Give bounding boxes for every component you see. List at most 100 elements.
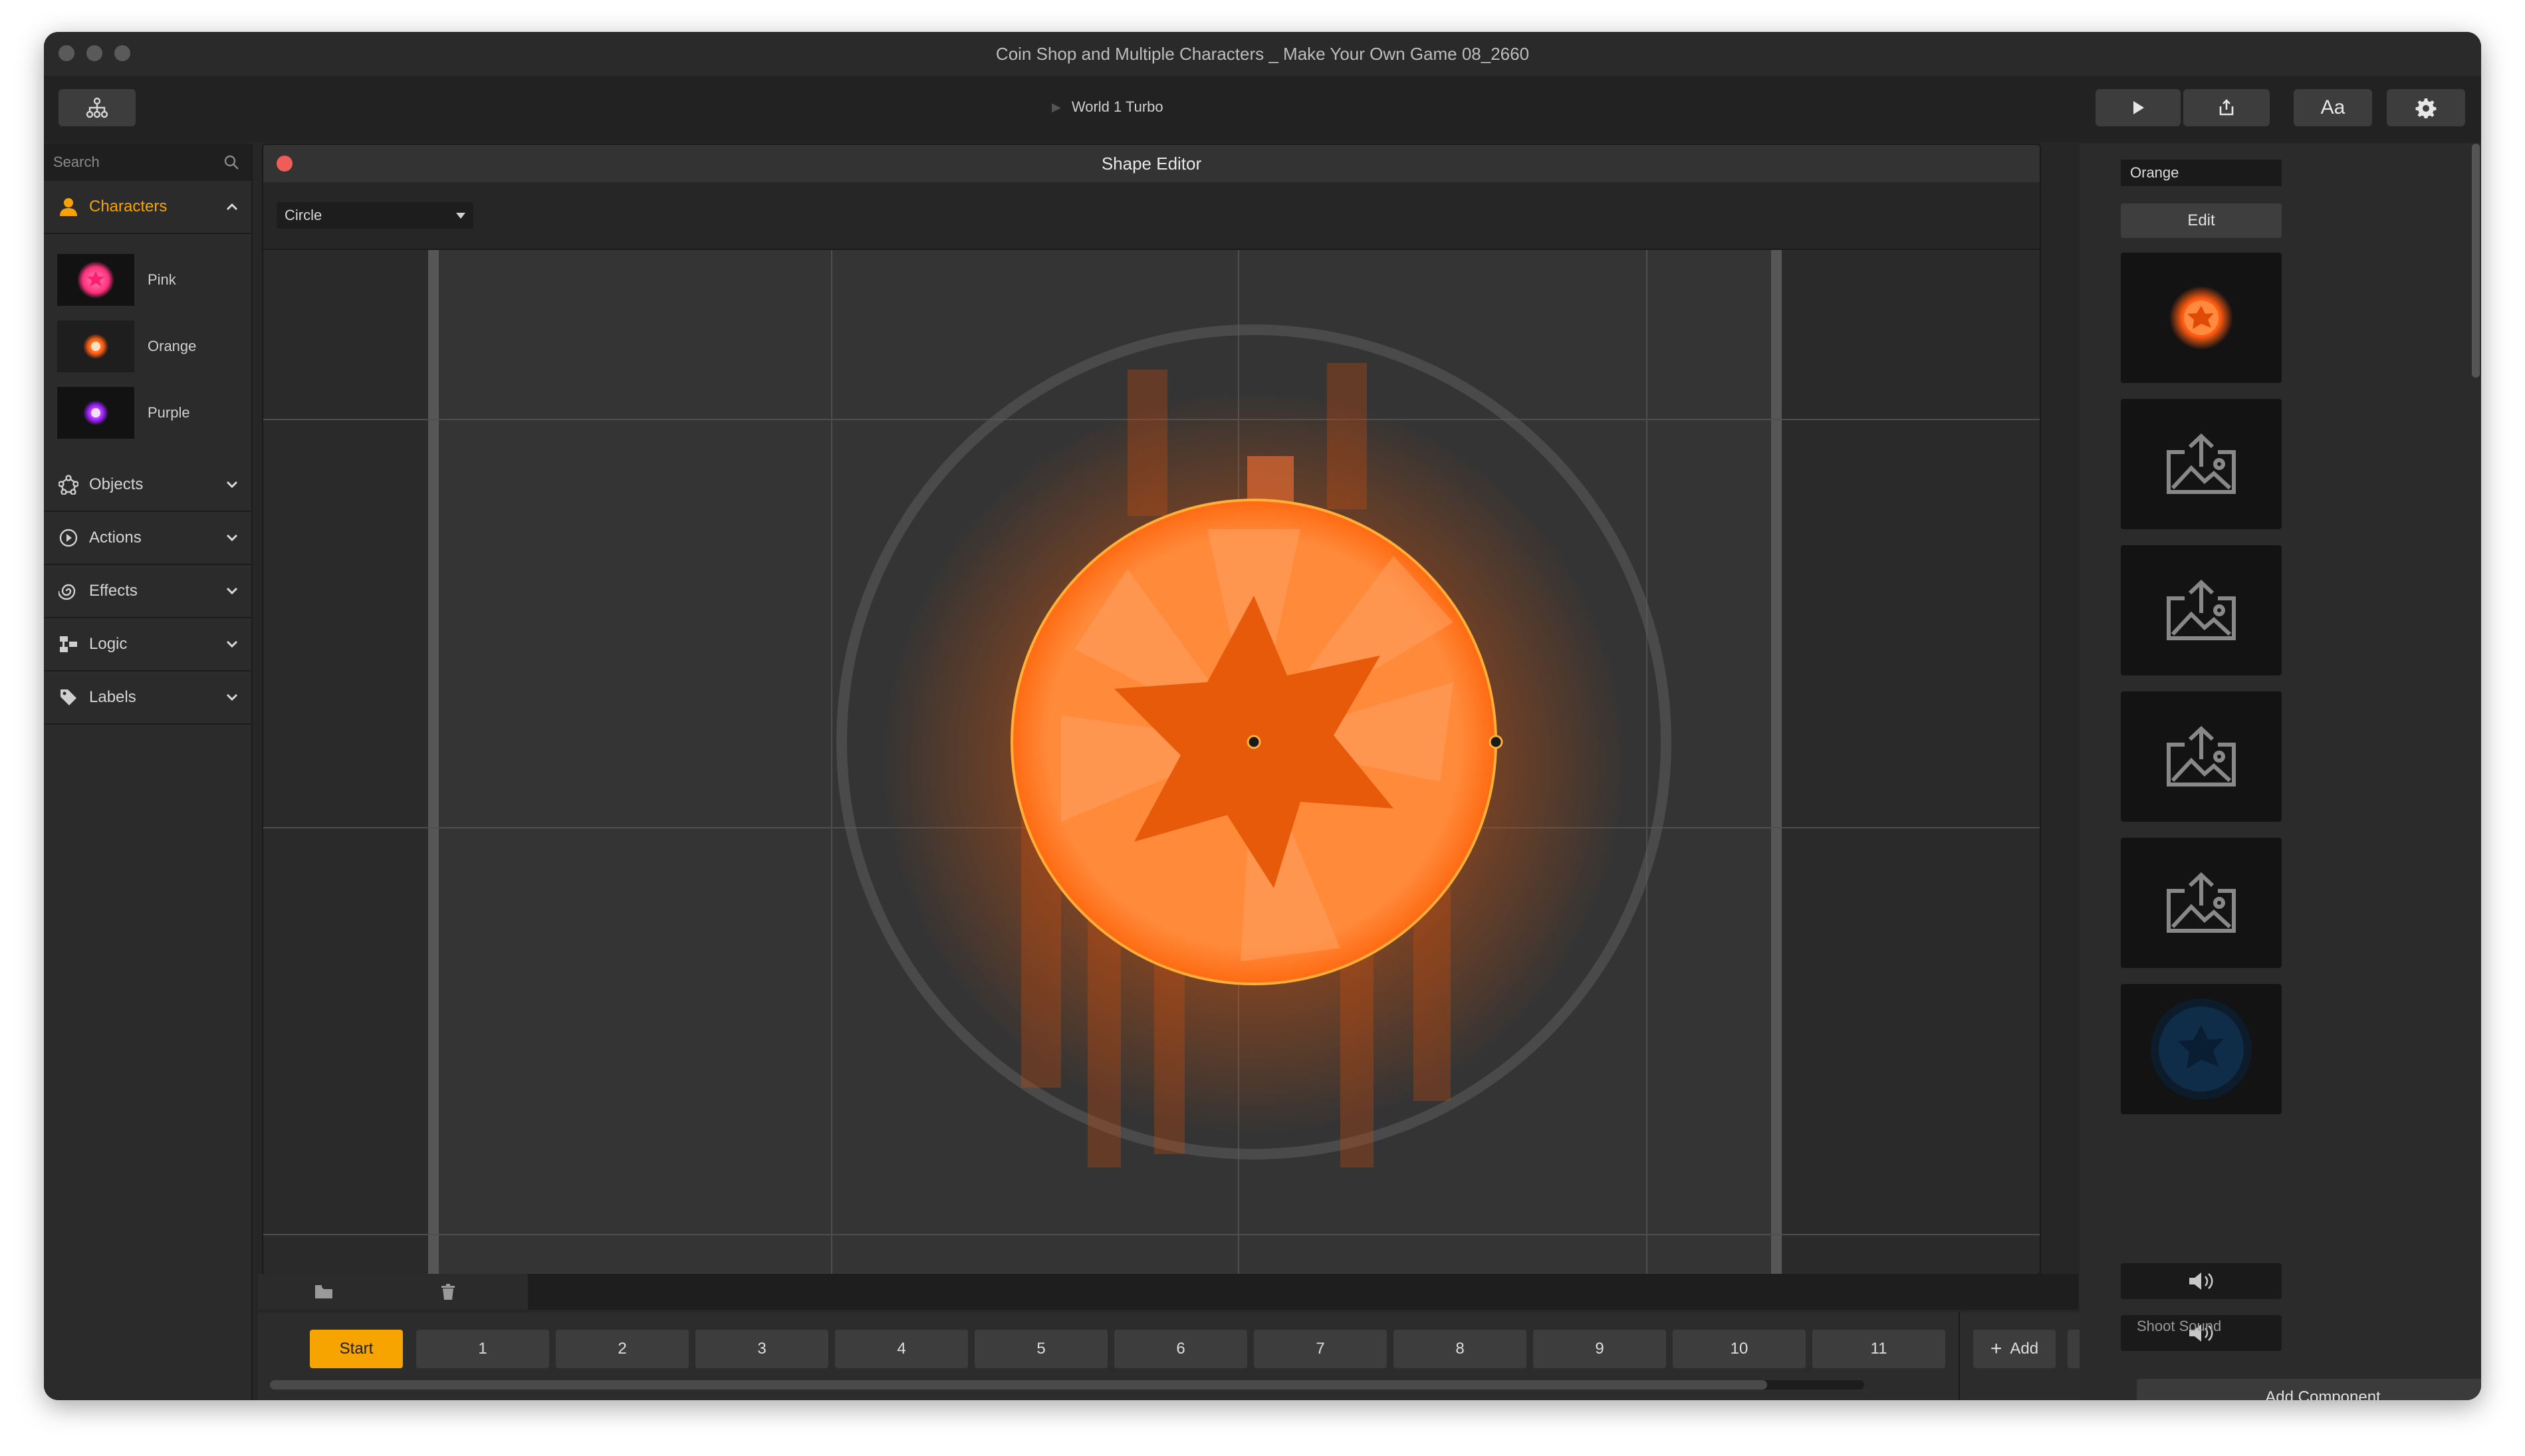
hierarchy-icon	[86, 97, 108, 118]
image-upload-icon	[2167, 872, 2236, 933]
chevron-down-icon	[226, 481, 238, 489]
image-upload-slot[interactable]	[2121, 545, 2282, 675]
folder-icon[interactable]	[314, 1283, 334, 1300]
orange-character-icon	[2169, 286, 2233, 350]
section-characters[interactable]: Characters	[44, 181, 251, 234]
shape-editor-canvas[interactable]	[263, 250, 2040, 1274]
section-effects[interactable]: Effects	[44, 565, 251, 618]
shoot-sound-label: Shoot Sound	[2137, 1318, 2222, 1334]
scene-button[interactable]: 3	[695, 1330, 828, 1368]
sprite-preview[interactable]	[2121, 253, 2282, 383]
scene-scrollbar-thumb[interactable]	[270, 1380, 1767, 1390]
settings-button[interactable]	[2387, 89, 2465, 126]
inspector-scrollbar[interactable]	[2472, 144, 2480, 378]
chevron-down-icon	[226, 640, 238, 648]
inspector-panel: Orange Edit Shoot Sound Add Component	[2080, 144, 2481, 1400]
breadcrumb-scene: World 1 Turbo	[1071, 98, 1163, 115]
scene-button[interactable]: 7	[1254, 1330, 1387, 1368]
add-component-button[interactable]: Add Component	[2137, 1379, 2481, 1400]
shape-editor-title-bar: Shape Editor	[263, 145, 2040, 182]
image-upload-icon	[2167, 433, 2236, 494]
shape-type-select[interactable]: Circle	[277, 202, 473, 229]
blue-projectile-icon	[2151, 999, 2252, 1100]
scene-strip: Start 1 2 3 4 5 6 7 8 9 10 11 + Add	[258, 1312, 2130, 1400]
shape-editor-title: Shape Editor	[1101, 153, 1202, 174]
character-thumb-pink	[57, 254, 134, 306]
section-characters-label: Characters	[89, 197, 168, 215]
image-upload-slot[interactable]	[2121, 399, 2282, 529]
close-window-button[interactable]	[59, 45, 74, 61]
zoom-window-button[interactable]	[114, 45, 130, 61]
minimize-window-button[interactable]	[86, 45, 102, 61]
font-button[interactable]: Aa	[2294, 89, 2372, 126]
hierarchy-button[interactable]	[59, 89, 136, 126]
character-item-pink[interactable]: Pink	[57, 251, 243, 308]
radius-handle[interactable]	[1489, 735, 1503, 749]
scene-button[interactable]: 11	[1812, 1330, 1945, 1368]
section-objects-label: Objects	[89, 475, 144, 493]
section-labels-label: Labels	[89, 688, 136, 706]
chevron-up-icon	[226, 203, 238, 211]
character-item-purple[interactable]: Purple	[57, 384, 243, 441]
labels-icon	[57, 686, 80, 709]
trash-icon[interactable]	[440, 1283, 456, 1300]
plus-icon: +	[1990, 1338, 2002, 1360]
window-controls	[59, 45, 130, 61]
center-handle[interactable]	[1247, 735, 1261, 749]
add-scene-button[interactable]: + Add	[1973, 1330, 2056, 1368]
app-window: Coin Shop and Multiple Characters _ Make…	[44, 32, 2481, 1400]
sound-slot[interactable]	[2121, 1263, 2282, 1299]
image-upload-slot[interactable]	[2121, 838, 2282, 968]
scene-button[interactable]: 8	[1393, 1330, 1526, 1368]
scene-button[interactable]: 6	[1114, 1330, 1247, 1368]
character-item-orange[interactable]: Orange	[57, 318, 243, 375]
character-thumb-purple	[57, 387, 134, 439]
scene-button[interactable]: 10	[1673, 1330, 1806, 1368]
scene-start-button[interactable]: Start	[310, 1330, 403, 1368]
object-name-value: Orange	[2130, 164, 2179, 181]
scene-button[interactable]: 1	[416, 1330, 549, 1368]
actions-icon	[57, 527, 80, 549]
scene-button[interactable]: 2	[556, 1330, 689, 1368]
image-upload-icon	[2167, 725, 2236, 787]
section-effects-label: Effects	[89, 582, 138, 600]
section-labels[interactable]: Labels	[44, 671, 251, 725]
object-name-field[interactable]: Orange	[2121, 160, 2282, 186]
search-input[interactable]: Search	[44, 144, 251, 181]
shape-type-value: Circle	[285, 207, 322, 223]
speaker-icon	[2189, 1273, 2213, 1290]
close-shape-editor-button[interactable]	[277, 156, 293, 172]
character-label-purple: Purple	[148, 404, 190, 421]
image-upload-slot[interactable]	[2121, 691, 2282, 822]
person-icon	[57, 195, 80, 218]
scene-button[interactable]: 5	[975, 1330, 1108, 1368]
dropdown-arrow-icon	[456, 212, 465, 219]
character-label-orange: Orange	[148, 338, 197, 354]
share-icon	[2219, 99, 2234, 116]
play-icon	[2133, 101, 2144, 114]
section-objects[interactable]: Objects	[44, 459, 251, 512]
section-logic-label: Logic	[89, 635, 128, 653]
window-title: Coin Shop and Multiple Characters _ Make…	[995, 43, 1530, 64]
effects-icon	[57, 580, 80, 602]
shape-editor-toolbar: Circle	[263, 182, 2040, 250]
scene-scrollbar[interactable]	[270, 1380, 1864, 1390]
image-upload-icon	[2167, 579, 2236, 640]
share-button[interactable]	[2183, 89, 2270, 126]
breadcrumb[interactable]: ▶ World 1 Turbo	[1052, 98, 1163, 116]
projectile-preview[interactable]	[2121, 984, 2282, 1114]
character-label-pink: Pink	[148, 271, 176, 288]
divider	[1959, 1312, 1960, 1400]
library-sidebar: Search Characters Pink Orange Purple Obj…	[44, 144, 253, 1400]
section-logic[interactable]: Logic	[44, 618, 251, 671]
play-button[interactable]	[2096, 89, 2181, 126]
logic-icon	[57, 633, 80, 656]
chevron-down-icon	[226, 587, 238, 595]
section-actions[interactable]: Actions	[44, 512, 251, 565]
search-placeholder: Search	[53, 154, 100, 170]
scene-button[interactable]: 9	[1533, 1330, 1666, 1368]
edit-button[interactable]: Edit	[2121, 203, 2282, 238]
scene-button[interactable]: 4	[835, 1330, 968, 1368]
chevron-down-icon	[226, 534, 238, 542]
timeline-tools	[258, 1274, 528, 1310]
